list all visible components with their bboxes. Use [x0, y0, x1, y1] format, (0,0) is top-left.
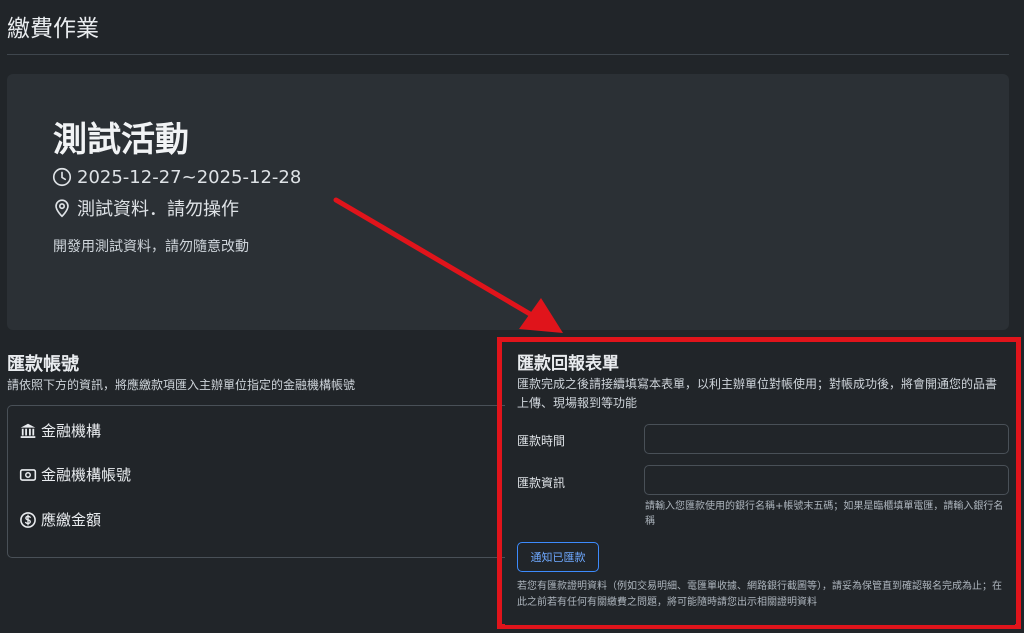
payment-time-input[interactable]: [644, 424, 1009, 454]
money-card-icon: [19, 468, 37, 481]
event-date-row: 2025-12-27~2025-12-28: [51, 166, 301, 188]
account-info-box: 金融機構 金融機構帳號 應繳金額: [7, 405, 507, 558]
payment-time-label: 匯款時間: [517, 434, 566, 448]
page-title: 繳費作業: [7, 16, 99, 42]
form-description: 匯款完成之後請接續填寫本表單，以利主辦單位對帳使用；對帳成功後，將會開通您的品書…: [517, 377, 998, 410]
title-divider: [7, 54, 1009, 55]
account-row-amount: 應繳金額: [19, 509, 101, 530]
payment-info-input[interactable]: [644, 465, 1009, 495]
account-row-bank: 金融機構: [19, 420, 101, 441]
account-section-title: 匯款帳號: [7, 354, 79, 375]
payment-report-form: 匯款回報表單 匯款完成之後請接續填寫本表單，以利主辦單位對帳使用；對帳成功後，將…: [505, 343, 1015, 625]
event-title: 測試活動: [53, 120, 189, 160]
account-row-label: 金融機構: [41, 422, 102, 440]
notify-paid-button[interactable]: 通知已匯款: [517, 542, 599, 572]
payment-info-help: 請輸入您匯款使用的銀行名稱+帳號末五碼；如果是臨櫃填單電匯，請輸入銀行名稱: [645, 501, 1004, 527]
location-pin-icon: [55, 199, 69, 218]
event-date: 2025-12-27~2025-12-28: [77, 166, 302, 188]
dollar-coin-icon: [20, 511, 36, 528]
account-row-label: 應繳金額: [41, 511, 102, 529]
account-row-number: 金融機構帳號: [19, 464, 131, 485]
event-location: 測試資料．請勿操作: [77, 199, 239, 220]
form-footer-note: 若您有匯款證明資料（例如交易明細、電匯單收據、網路銀行截圖等），請妥為保管直到確…: [517, 581, 1002, 608]
payment-info-label: 匯款資訊: [517, 476, 566, 490]
event-card: 測試活動 2025-12-27~2025-12-28 測試資料．請勿操作 開發用…: [7, 74, 1009, 330]
clock-icon: [52, 167, 72, 187]
account-section-subtitle: 請依照下方的資訊，將應繳款項匯入主辦單位指定的金融機構帳號: [7, 378, 356, 392]
event-location-row: 測試資料．請勿操作: [51, 195, 239, 221]
bank-icon: [20, 423, 36, 438]
event-description: 開發用測試資料，請勿隨意改動: [53, 239, 249, 255]
account-row-label: 金融機構帳號: [41, 466, 132, 484]
form-title: 匯款回報表單: [517, 354, 619, 374]
